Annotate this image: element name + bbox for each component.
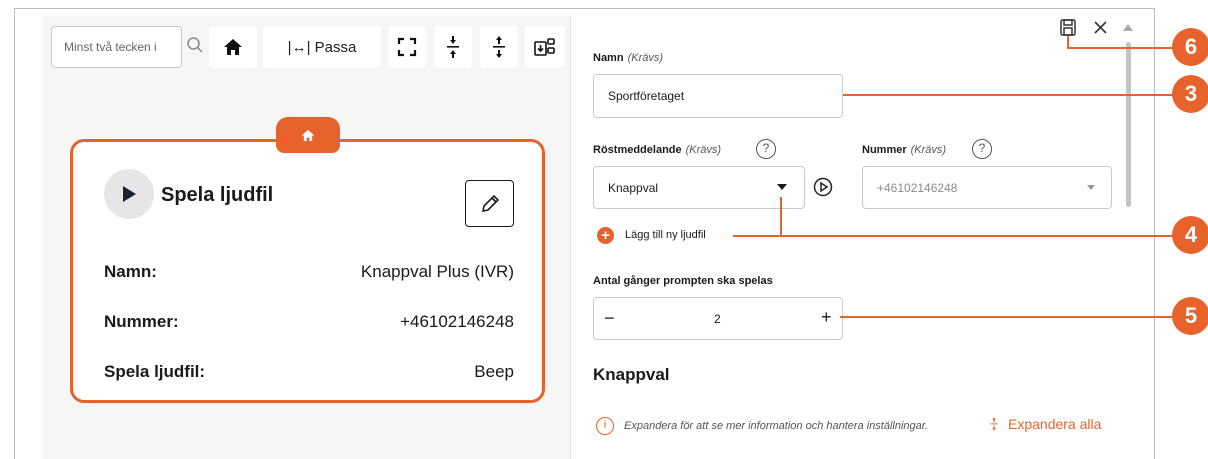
repeat-stepper[interactable]: − 2 + <box>593 297 843 340</box>
search-input[interactable]: Minst två tecken i <box>51 26 182 68</box>
expand-icon <box>990 417 998 431</box>
repeat-value[interactable]: 2 <box>714 312 721 326</box>
play-button[interactable] <box>104 169 154 219</box>
info-text: i Expandera för att se mer information oc… <box>596 417 928 435</box>
number-select[interactable]: +46102146248 <box>862 166 1112 209</box>
scrollbar-thumb[interactable] <box>1126 42 1131 207</box>
panel-divider <box>570 16 571 459</box>
row-value-namn: Knappval Plus (IVR) <box>360 262 514 281</box>
export-button[interactable] <box>525 26 565 68</box>
voice-message-select[interactable]: Knappval <box>593 166 805 209</box>
callout-badge-6: 6 <box>1172 28 1208 66</box>
add-audio-link[interactable]: Lägg till ny ljudfil <box>625 229 706 241</box>
expand-all-button[interactable]: Expandera alla <box>988 416 1101 432</box>
close-icon[interactable] <box>1094 21 1107 34</box>
callout-badge-5: 5 <box>1172 297 1208 335</box>
callout-badge-4: 4 <box>1172 216 1208 254</box>
section-title: Knappval <box>593 365 670 384</box>
home-button[interactable] <box>209 26 257 68</box>
callout-line <box>780 197 782 237</box>
save-icon[interactable] <box>1060 19 1076 36</box>
edit-button[interactable] <box>465 180 514 227</box>
search-icon[interactable] <box>186 36 204 54</box>
plus-button[interactable]: + <box>821 307 832 328</box>
collapse-icon <box>447 36 459 58</box>
chevron-down-icon <box>777 184 787 190</box>
name-label: Namn (Krävs) <box>593 52 664 64</box>
expand-icon <box>493 36 505 58</box>
node-title: Spela ljudfil <box>161 184 274 206</box>
voice-message-label: Röstmeddelande (Krävs) <box>593 144 722 156</box>
fullscreen-button[interactable] <box>388 26 426 68</box>
home-icon <box>301 129 315 141</box>
row-label-namn: Namn: <box>104 262 157 281</box>
collapse-button[interactable] <box>434 26 472 68</box>
row-label-nummer: Nummer: <box>104 312 179 331</box>
callout-line <box>840 316 1183 318</box>
voice-help-icon[interactable]: ? <box>756 139 776 159</box>
row-value-nummer: +46102146248 <box>400 312 514 331</box>
play-icon <box>123 186 136 202</box>
home-icon <box>224 39 242 55</box>
row-value-ljudfil: Beep <box>474 362 514 381</box>
fit-button[interactable]: |↔| Passa <box>263 26 381 68</box>
info-icon: i <box>596 417 614 435</box>
scroll-up-arrow[interactable] <box>1123 24 1133 31</box>
callout-badge-3: 3 <box>1172 75 1208 113</box>
number-help-icon[interactable]: ? <box>972 139 992 159</box>
callout-line <box>733 235 1183 237</box>
row-label-ljudfil: Spela ljudfil: <box>104 362 206 381</box>
name-input[interactable]: Sportföretaget <box>593 74 843 118</box>
minus-button[interactable]: − <box>604 308 615 329</box>
chevron-down-icon <box>1087 185 1095 190</box>
number-label: Nummer (Krävs) <box>862 144 947 156</box>
play-preview-icon[interactable] <box>813 177 833 197</box>
repeat-label: Antal gånger prompten ska spelas <box>593 275 773 287</box>
node-home-tab[interactable] <box>276 117 340 153</box>
expand-button[interactable] <box>480 26 518 68</box>
callout-line <box>843 94 1183 96</box>
pencil-icon <box>481 194 499 212</box>
add-icon[interactable]: + <box>597 227 614 244</box>
export-icon <box>534 38 555 56</box>
fullscreen-icon <box>397 37 417 57</box>
